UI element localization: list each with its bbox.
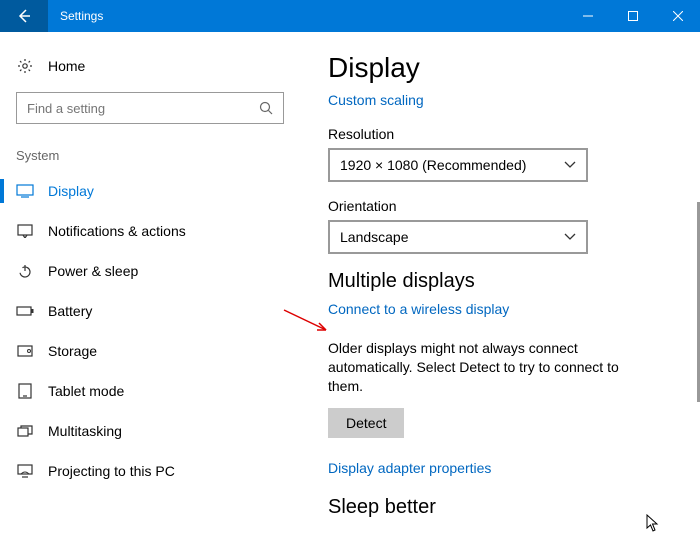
sidebar-item-label: Notifications & actions <box>48 223 186 239</box>
sidebar-item-label: Projecting to this PC <box>48 463 175 479</box>
power-icon <box>16 264 34 278</box>
display-icon <box>16 184 34 198</box>
sidebar-item-label: Battery <box>48 303 92 319</box>
connect-wireless-link[interactable]: Connect to a wireless display <box>328 301 509 317</box>
orientation-value: Landscape <box>340 229 409 245</box>
orientation-label: Orientation <box>328 198 670 214</box>
maximize-button[interactable] <box>610 0 655 32</box>
detect-help-text: Older displays might not always connect … <box>328 339 648 396</box>
notifications-icon <box>16 224 34 238</box>
tablet-icon <box>16 383 34 399</box>
sleep-better-heading: Sleep better <box>328 496 670 519</box>
sidebar-item-tablet[interactable]: Tablet mode <box>0 371 300 411</box>
adapter-properties-link[interactable]: Display adapter properties <box>328 460 670 476</box>
search-icon <box>259 101 273 115</box>
sidebar-item-power[interactable]: Power & sleep <box>0 251 300 291</box>
multitasking-icon <box>16 425 34 437</box>
minimize-button[interactable] <box>565 0 610 32</box>
gear-icon <box>16 58 34 74</box>
search-field[interactable] <box>27 101 259 116</box>
sidebar-item-battery[interactable]: Battery <box>0 291 300 331</box>
projecting-icon <box>16 464 34 478</box>
storage-icon <box>16 345 34 357</box>
sidebar-item-label: Power & sleep <box>48 263 138 279</box>
home-nav[interactable]: Home <box>0 48 300 84</box>
resolution-label: Resolution <box>328 126 670 142</box>
sidebar-item-notifications[interactable]: Notifications & actions <box>0 211 300 251</box>
sidebar-item-display[interactable]: Display <box>0 171 300 211</box>
page-title: Display <box>328 52 670 84</box>
sidebar-item-label: Storage <box>48 343 97 359</box>
resolution-value: 1920 × 1080 (Recommended) <box>340 157 526 173</box>
sidebar-item-projecting[interactable]: Projecting to this PC <box>0 451 300 491</box>
sidebar-item-label: Multitasking <box>48 423 122 439</box>
sidebar-item-multitasking[interactable]: Multitasking <box>0 411 300 451</box>
sidebar-item-storage[interactable]: Storage <box>0 331 300 371</box>
window-title: Settings <box>60 9 565 23</box>
sidebar-item-label: Tablet mode <box>48 383 124 399</box>
detect-button[interactable]: Detect <box>328 408 404 438</box>
orientation-dropdown[interactable]: Landscape <box>328 220 588 254</box>
sidebar-item-label: Display <box>48 183 94 199</box>
battery-icon <box>16 306 34 316</box>
chevron-down-icon <box>564 233 576 241</box>
multiple-displays-heading: Multiple displays <box>328 270 670 293</box>
chevron-down-icon <box>564 161 576 169</box>
home-label: Home <box>48 58 85 74</box>
back-button[interactable] <box>0 0 48 32</box>
section-label: System <box>0 142 300 171</box>
resolution-dropdown[interactable]: 1920 × 1080 (Recommended) <box>328 148 588 182</box>
search-input[interactable] <box>16 92 284 124</box>
close-button[interactable] <box>655 0 700 32</box>
custom-scaling-link[interactable]: Custom scaling <box>328 92 424 108</box>
